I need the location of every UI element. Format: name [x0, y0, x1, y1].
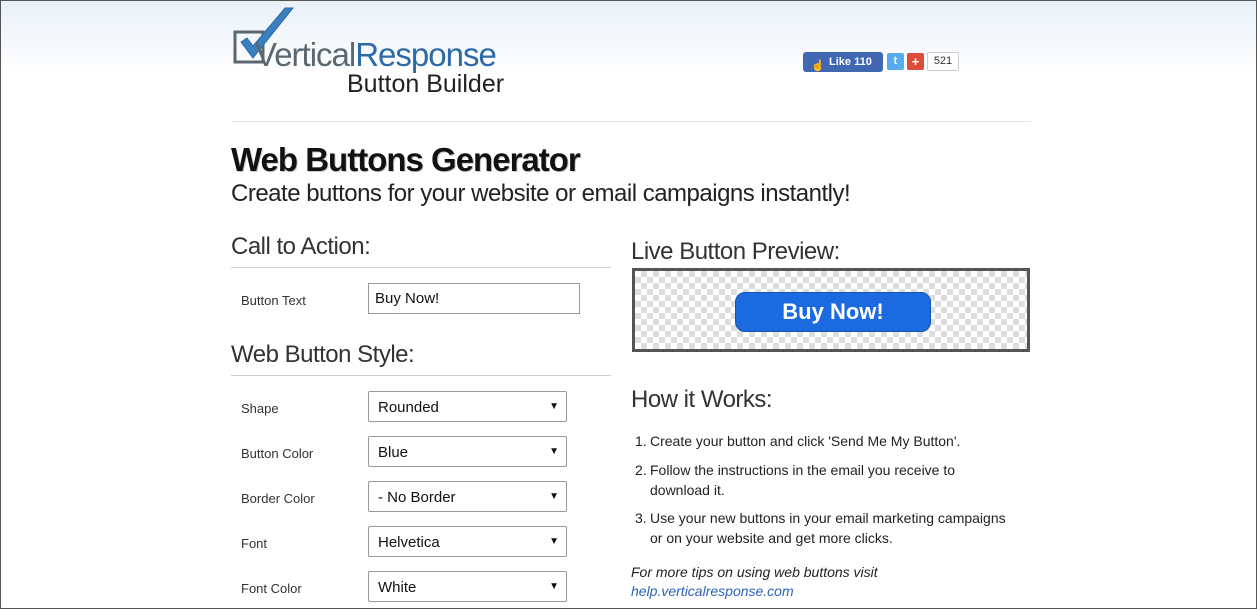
- font-label: Font: [241, 536, 268, 551]
- cta-divider: [231, 267, 611, 268]
- logo-wordmark-part2: Response: [355, 36, 497, 73]
- border-color-select[interactable]: - No Border ▼: [368, 481, 567, 512]
- button-color-select[interactable]: Blue ▼: [368, 436, 567, 467]
- page-title: Web Buttons Generator: [231, 141, 581, 178]
- border-color-label: Border Color: [241, 491, 315, 506]
- help-link[interactable]: help.verticalresponse.com: [631, 583, 794, 599]
- page-subtitle: Create buttons for your website or email…: [231, 180, 851, 207]
- chevron-down-icon: ▼: [549, 581, 559, 592]
- chevron-down-icon: ▼: [549, 401, 559, 412]
- tips-text: For more tips on using web buttons visit: [631, 564, 878, 580]
- how-heading: How it Works:: [631, 386, 773, 413]
- button-text-label: Button Text: [241, 293, 306, 308]
- preview-heading: Live Button Preview:: [631, 238, 840, 265]
- shape-value: Rounded: [378, 399, 439, 416]
- cta-heading: Call to Action:: [231, 233, 371, 260]
- chevron-down-icon: ▼: [549, 446, 559, 457]
- step-number: 2.: [635, 462, 647, 478]
- font-value: Helvetica: [378, 534, 440, 551]
- step-number: 3.: [635, 510, 647, 526]
- border-color-value: - No Border: [378, 489, 456, 506]
- button-color-label: Button Color: [241, 446, 314, 461]
- font-color-value: White: [378, 579, 417, 596]
- header-divider: [231, 121, 1031, 122]
- twitter-icon[interactable]: t: [887, 53, 904, 70]
- thumbs-up-icon: ☝: [811, 60, 825, 72]
- chevron-down-icon: ▼: [549, 491, 559, 502]
- live-preview-panel: Buy Now!: [632, 268, 1030, 352]
- button-text-input[interactable]: [368, 283, 580, 314]
- google-plus-count: 521: [927, 52, 959, 71]
- style-divider: [231, 375, 611, 376]
- facebook-like-button[interactable]: ☝ Like 110: [803, 52, 883, 72]
- logo-wordmark-part1: Vertical: [255, 36, 356, 73]
- preview-button[interactable]: Buy Now!: [735, 292, 931, 332]
- google-plus-icon[interactable]: +: [907, 53, 924, 70]
- logo[interactable]: VerticalResponse Button Builder: [233, 6, 523, 98]
- step-text: Follow the instructions in the email you…: [650, 462, 956, 498]
- logo-subtitle: Button Builder: [347, 70, 505, 98]
- shape-label: Shape: [241, 401, 279, 416]
- how-step-1: 1. Create your button and click 'Send Me…: [635, 431, 1010, 451]
- step-text: Use your new buttons in your email marke…: [650, 510, 1006, 546]
- how-step-2: 2. Follow the instructions in the email …: [635, 460, 1010, 500]
- facebook-like-label: Like 110: [829, 56, 872, 68]
- how-step-3: 3. Use your new buttons in your email ma…: [635, 508, 1010, 548]
- shape-select[interactable]: Rounded ▼: [368, 391, 567, 422]
- logo-wordmark: VerticalResponse: [255, 36, 497, 74]
- font-color-select[interactable]: White ▼: [368, 571, 567, 602]
- style-heading: Web Button Style:: [231, 341, 415, 368]
- step-number: 1.: [635, 433, 647, 449]
- font-select[interactable]: Helvetica ▼: [368, 526, 567, 557]
- chevron-down-icon: ▼: [549, 536, 559, 547]
- button-color-value: Blue: [378, 444, 409, 461]
- header-background: [1, 1, 1256, 121]
- step-text: Create your button and click 'Send Me My…: [650, 433, 961, 449]
- font-color-label: Font Color: [241, 581, 302, 596]
